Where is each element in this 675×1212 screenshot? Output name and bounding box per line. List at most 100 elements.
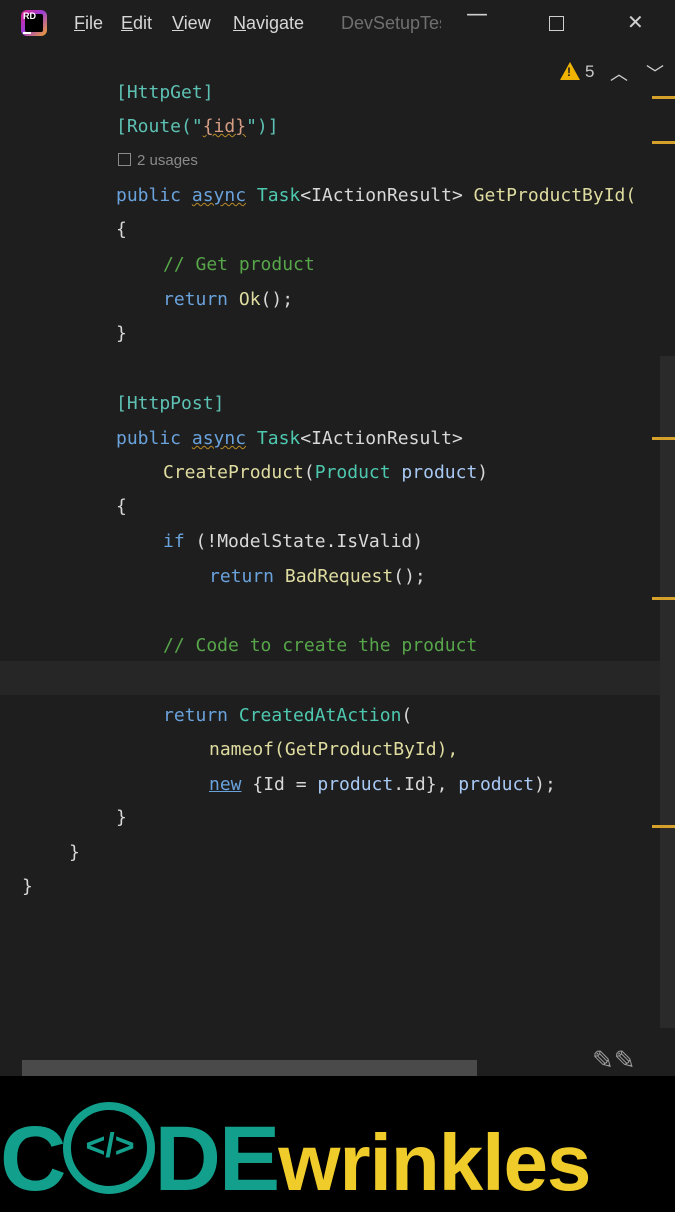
horizontal-scrollbar[interactable] bbox=[22, 1060, 477, 1076]
code-line: } bbox=[116, 803, 127, 833]
anon-prop: .Id}, bbox=[393, 774, 459, 795]
logo-text: RD bbox=[23, 11, 36, 21]
punct: ( bbox=[303, 462, 315, 483]
code-line: return CreatedAtAction( bbox=[163, 701, 412, 731]
punct: ) bbox=[477, 462, 489, 483]
method-name: Ok bbox=[238, 289, 261, 310]
menu-file[interactable]: File bbox=[74, 13, 103, 34]
logo-wrinkles: wrinkles bbox=[278, 1118, 591, 1207]
menu-view[interactable]: View bbox=[172, 13, 211, 34]
code-line: { bbox=[116, 215, 127, 245]
brace: } bbox=[22, 876, 33, 897]
attribute: [HttpPost] bbox=[116, 393, 225, 414]
code-line: [HttpPost] bbox=[116, 389, 224, 419]
usages-hint[interactable]: 2 usages bbox=[118, 152, 198, 169]
warning-marker[interactable] bbox=[652, 141, 675, 144]
code-line: } bbox=[22, 872, 33, 902]
brace: { bbox=[116, 219, 127, 240]
punct: ( bbox=[401, 705, 413, 726]
code-line: } bbox=[69, 838, 80, 868]
keyword: public bbox=[116, 428, 192, 449]
usages-label: 2 usages bbox=[137, 152, 198, 169]
code-line: [Route("{id}")] bbox=[116, 112, 279, 142]
punct: > bbox=[451, 428, 463, 449]
keyword: return bbox=[163, 289, 239, 310]
type-name: IActionResult bbox=[311, 185, 452, 206]
logo-c: C bbox=[0, 1108, 66, 1210]
comment: // Get product bbox=[163, 254, 315, 275]
method-name: CreatedAtAction bbox=[238, 705, 402, 726]
warning-marker[interactable] bbox=[652, 825, 675, 828]
ide-window: RD File Edit View Navigate DevSetupTes —… bbox=[0, 0, 675, 1076]
maximize-icon[interactable] bbox=[549, 16, 564, 31]
code-line: } bbox=[116, 319, 127, 349]
menu-edit-rest: dit bbox=[133, 13, 153, 33]
param-ref: product bbox=[458, 774, 535, 795]
warning-marker[interactable] bbox=[652, 597, 675, 600]
warning-marker[interactable] bbox=[652, 437, 675, 440]
code-line: return BadRequest(); bbox=[209, 562, 426, 592]
title-bar: RD File Edit View Navigate DevSetupTes —… bbox=[0, 0, 675, 48]
keyword: public bbox=[116, 185, 192, 206]
punct: (); bbox=[393, 566, 426, 587]
close-icon[interactable]: ✕ bbox=[627, 10, 644, 34]
code-line: { bbox=[116, 492, 127, 522]
logo-glyph: </> bbox=[85, 1127, 135, 1165]
nameof-expr: nameof(GetProductById), bbox=[209, 739, 459, 760]
warning-marker[interactable] bbox=[652, 96, 675, 99]
logo-de: DE bbox=[154, 1108, 280, 1210]
code-line: return Ok(); bbox=[163, 285, 293, 315]
code-line: public async Task<IActionResult> bbox=[116, 424, 463, 454]
comment: // Code to create the product bbox=[163, 635, 478, 656]
menu-navigate[interactable]: Navigate bbox=[233, 13, 304, 34]
warning-count: 5 bbox=[585, 62, 595, 81]
method-name: CreateProduct bbox=[163, 462, 304, 483]
punct: > bbox=[451, 185, 474, 206]
menu-edit-mnemonic: E bbox=[121, 13, 134, 33]
usages-icon bbox=[118, 153, 131, 166]
menu-edit[interactable]: Edit bbox=[121, 13, 152, 34]
menu-view-rest: iew bbox=[183, 13, 211, 33]
chevron-down-icon[interactable]: ﹀ bbox=[646, 60, 664, 86]
keyword-async: async bbox=[191, 428, 247, 449]
punct: (); bbox=[260, 289, 294, 310]
condition: (!ModelState.IsValid) bbox=[184, 531, 424, 552]
code-line: public async Task<IActionResult> GetProd… bbox=[116, 181, 636, 211]
param-name: product bbox=[390, 462, 478, 483]
reader-mode-icon[interactable]: ✎✎ bbox=[592, 1046, 636, 1076]
keyword: if bbox=[163, 531, 185, 552]
menu-navigate-rest: avigate bbox=[246, 13, 305, 33]
keyword: return bbox=[163, 705, 239, 726]
code-line: CreateProduct(Product product) bbox=[163, 458, 488, 488]
brace: } bbox=[69, 842, 80, 863]
code-line: // Get product bbox=[163, 250, 315, 280]
menu-file-rest: ile bbox=[85, 13, 104, 33]
method-name: GetProductById( bbox=[473, 185, 637, 206]
minimize-icon[interactable]: — bbox=[466, 2, 488, 27]
param-ref: product bbox=[317, 774, 394, 795]
method-name: BadRequest bbox=[284, 566, 394, 587]
type-name: Task bbox=[256, 428, 301, 449]
code-line: new {Id = product.Id}, product); bbox=[209, 770, 556, 800]
window-title: DevSetupTes bbox=[341, 13, 441, 33]
type-name: IActionResult bbox=[311, 428, 452, 449]
keyword-new: new bbox=[209, 774, 242, 795]
current-line-highlight bbox=[0, 661, 660, 695]
menu-file-mnemonic: F bbox=[74, 13, 85, 33]
chevron-up-icon[interactable]: ︿ bbox=[610, 60, 628, 86]
attribute: [Route(" bbox=[116, 116, 203, 137]
keyword-async: async bbox=[191, 185, 247, 206]
menu-view-mnemonic: V bbox=[172, 13, 184, 33]
code-line: // Code to create the product bbox=[163, 631, 477, 661]
code-line: if (!ModelState.IsValid) bbox=[163, 527, 423, 557]
anon-object: {Id = bbox=[241, 774, 318, 795]
code-line: [HttpGet] bbox=[116, 78, 214, 108]
warning-icon bbox=[560, 62, 580, 80]
type-name: Task bbox=[256, 185, 301, 206]
punct: ); bbox=[534, 774, 556, 795]
attribute: ")] bbox=[246, 116, 279, 137]
punct: < bbox=[300, 185, 312, 206]
param-type: Product bbox=[314, 462, 391, 483]
vertical-scrollbar[interactable] bbox=[660, 356, 675, 1028]
rider-logo-icon[interactable]: RD bbox=[21, 10, 47, 36]
